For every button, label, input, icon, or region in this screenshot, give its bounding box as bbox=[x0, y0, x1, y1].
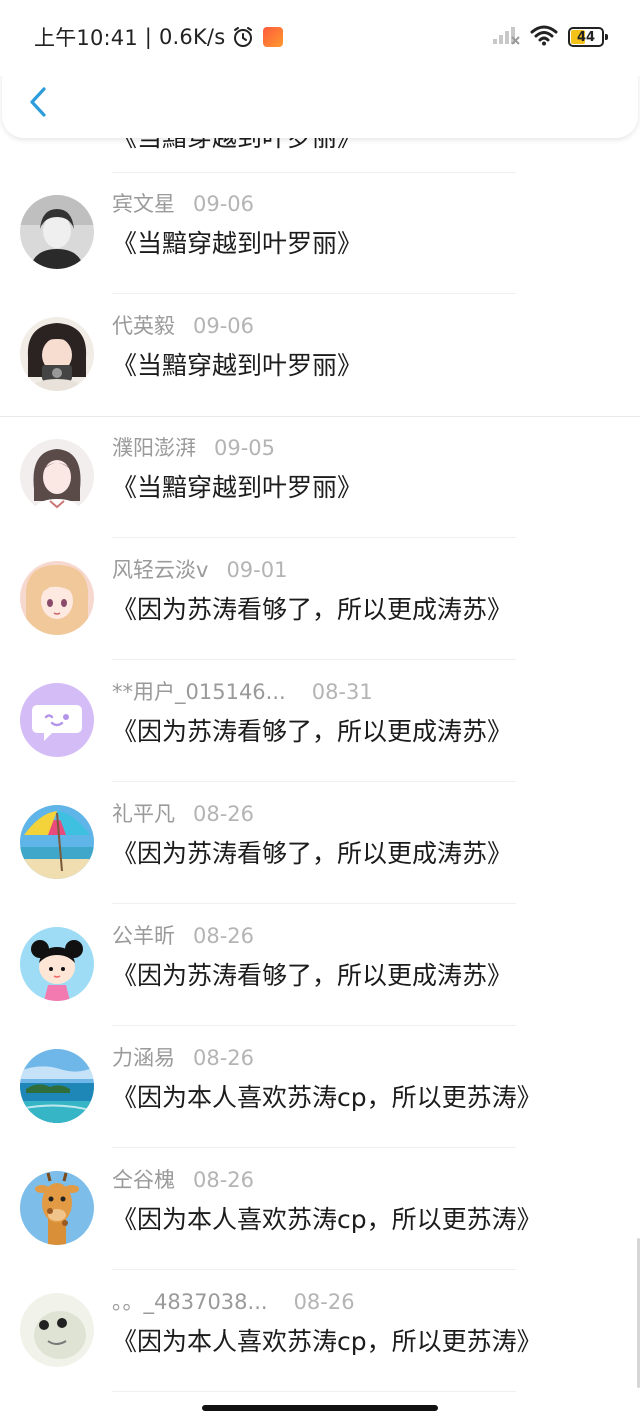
status-time: 上午10:41 bbox=[34, 26, 138, 50]
item-date: 08-31 bbox=[311, 680, 373, 704]
item-meta: 濮阳澎湃 09-05 bbox=[112, 432, 275, 462]
avatar[interactable] bbox=[20, 1171, 94, 1245]
item-date: 08-26 bbox=[193, 802, 255, 826]
item-date: 08-26 bbox=[293, 1290, 355, 1314]
avatar[interactable] bbox=[20, 1049, 94, 1123]
chevron-left-icon bbox=[28, 86, 48, 122]
user-name[interactable]: 礼平凡 bbox=[112, 802, 175, 826]
avatar[interactable] bbox=[20, 561, 94, 635]
item-date: 08-26 bbox=[193, 924, 255, 948]
item-message[interactable]: 《因为苏涛看够了，所以更成涛苏》 bbox=[112, 590, 512, 626]
user-name[interactable]: 风轻云淡v bbox=[112, 558, 208, 582]
status-separator: | bbox=[137, 25, 159, 49]
item-meta: 风轻云淡v 09-01 bbox=[112, 554, 287, 584]
user-name[interactable]: 力涵易 bbox=[112, 1046, 175, 1070]
user-name[interactable]: 濮阳澎湃 bbox=[112, 436, 196, 460]
avatar[interactable] bbox=[20, 1293, 94, 1367]
list-item[interactable]: 仝谷槐 08-26 《因为本人喜欢苏涛cp，所以更苏涛》 bbox=[0, 1148, 640, 1270]
network-speed: 0.6K/s bbox=[158, 25, 226, 49]
status-bar: 上午10:41 | 0.6K/s 44 bbox=[0, 0, 640, 76]
item-message[interactable]: 《因为苏涛看够了，所以更成涛苏》 bbox=[112, 834, 512, 870]
item-message[interactable]: 《当黯穿越到叶罗丽》 bbox=[112, 224, 362, 260]
user-name[interactable]: 公羊昕 bbox=[112, 924, 175, 948]
avatar[interactable] bbox=[20, 317, 94, 391]
avatar[interactable] bbox=[20, 195, 94, 269]
battery-icon: 44 bbox=[568, 27, 608, 47]
battery-level: 44 bbox=[576, 29, 596, 45]
screen: 上午10:41 | 0.6K/s 44 宾文星 09-06 《当黯穿越到叶罗丽》… bbox=[0, 0, 640, 1422]
user-name[interactable]: 。。_4837038... bbox=[112, 1290, 268, 1314]
user-name[interactable]: **用户_015146... bbox=[112, 680, 286, 704]
list-item[interactable]: 礼平凡 08-26 《因为苏涛看够了，所以更成涛苏》 bbox=[0, 782, 640, 904]
item-date: 09-06 bbox=[193, 192, 255, 216]
item-message[interactable]: 《因为本人喜欢苏涛cp，所以更苏涛》 bbox=[112, 1078, 542, 1114]
avatar[interactable] bbox=[20, 683, 94, 757]
list-item[interactable]: 公羊昕 08-26 《因为苏涛看够了，所以更成涛苏》 bbox=[0, 904, 640, 1026]
list-item[interactable]: 力涵易 08-26 《因为本人喜欢苏涛cp，所以更苏涛》 bbox=[0, 1026, 640, 1148]
status-right: 44 bbox=[492, 24, 608, 50]
item-meta: 。。_4837038... 08-26 bbox=[112, 1286, 355, 1316]
list-item[interactable]: 濮阳澎湃 09-05 《当黯穿越到叶罗丽》 bbox=[0, 416, 640, 538]
item-date: 09-05 bbox=[214, 436, 276, 460]
item-message[interactable]: 《因为苏涛看够了，所以更成涛苏》 bbox=[112, 712, 512, 748]
app-badge-icon bbox=[263, 27, 284, 47]
list-item[interactable]: 宾文星 09-06 《当黯穿越到叶罗丽》 bbox=[0, 172, 640, 294]
item-meta: 力涵易 08-26 bbox=[112, 1042, 254, 1072]
divider bbox=[112, 1391, 516, 1392]
item-message[interactable]: 《因为苏涛看够了，所以更成涛苏》 bbox=[112, 956, 512, 992]
list-item[interactable]: **用户_015146... 08-31 《因为苏涛看够了，所以更成涛苏》 bbox=[0, 660, 640, 782]
item-meta: **用户_015146... 08-31 bbox=[112, 676, 373, 706]
item-message[interactable]: 《因为本人喜欢苏涛cp，所以更苏涛》 bbox=[112, 1322, 542, 1358]
item-message[interactable]: 《因为本人喜欢苏涛cp，所以更苏涛》 bbox=[112, 1200, 542, 1236]
item-meta: 公羊昕 08-26 bbox=[112, 920, 254, 950]
list-item[interactable]: 代英毅 09-06 《当黯穿越到叶罗丽》 bbox=[0, 294, 640, 416]
user-name[interactable]: 仝谷槐 bbox=[112, 1168, 175, 1192]
list-item[interactable]: 风轻云淡v 09-01 《因为苏涛看够了，所以更成涛苏》 bbox=[0, 538, 640, 660]
user-name[interactable]: 代英毅 bbox=[112, 314, 175, 338]
avatar[interactable] bbox=[20, 439, 94, 513]
back-button[interactable] bbox=[22, 84, 54, 124]
item-date: 09-06 bbox=[193, 314, 255, 338]
user-name[interactable]: 宾文星 bbox=[112, 192, 175, 216]
alarm-icon bbox=[231, 25, 255, 49]
wifi-icon bbox=[530, 24, 558, 50]
item-meta: 仝谷槐 08-26 bbox=[112, 1164, 254, 1194]
item-date: 09-01 bbox=[226, 558, 288, 582]
item-meta: 礼平凡 08-26 bbox=[112, 798, 254, 828]
item-meta: 代英毅 09-06 bbox=[112, 310, 254, 340]
list-item[interactable]: 。。_4837038... 08-26 《因为本人喜欢苏涛cp，所以更苏涛》 bbox=[0, 1270, 640, 1392]
item-date: 08-26 bbox=[193, 1046, 255, 1070]
avatar[interactable] bbox=[20, 927, 94, 1001]
item-meta: 宾文星 09-06 bbox=[112, 188, 254, 218]
item-message[interactable]: 《当黯穿越到叶罗丽》 bbox=[112, 468, 362, 504]
status-left: 上午10:41 | 0.6K/s bbox=[34, 22, 284, 52]
avatar[interactable] bbox=[20, 805, 94, 879]
item-message[interactable]: 《当黯穿越到叶罗丽》 bbox=[112, 346, 362, 382]
home-indicator[interactable] bbox=[202, 1405, 438, 1411]
signal-icon bbox=[492, 25, 520, 49]
item-date: 08-26 bbox=[193, 1168, 255, 1192]
